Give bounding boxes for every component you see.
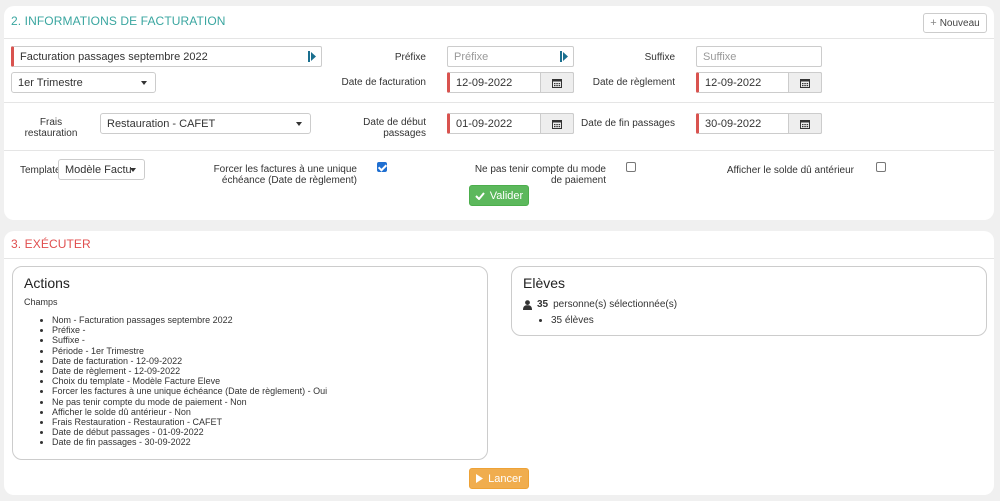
sidebar-toggle-icon (308, 51, 316, 62)
list-item: Suffixe - (52, 335, 327, 345)
calendar-icon (552, 119, 562, 129)
ignore-payment-mode-checkbox[interactable] (626, 162, 636, 172)
list-item: Date de facturation - 12-09-2022 (52, 356, 327, 366)
launch-button[interactable]: Lancer (469, 468, 529, 489)
divider (4, 102, 994, 103)
students-list: 35 élèves (551, 315, 594, 326)
check-icon (475, 191, 485, 200)
suffix-label: Suffixe (644, 52, 675, 63)
period-value: 1er Trimestre (18, 76, 83, 89)
actions-title: Actions (24, 275, 70, 291)
validate-label: Valider (489, 189, 524, 202)
selected-count-line: 35 personne(s) sélectionnée(s) (523, 299, 677, 310)
template-value: Modèle Factu (65, 163, 132, 176)
champs-label: Champs (24, 297, 58, 307)
selected-count: 35 (537, 299, 549, 310)
students-title: Elèves (523, 275, 566, 291)
suffix-placeholder: Suffixe (703, 50, 737, 63)
start-date-input[interactable]: 01-09-2022 (447, 113, 574, 134)
payment-date-label: Date de règlement (592, 77, 675, 88)
calendar-button[interactable] (788, 72, 822, 93)
force-single-due-checkbox[interactable] (377, 162, 387, 172)
name-value: Facturation passages septembre 2022 (20, 50, 208, 63)
end-date-input[interactable]: 30-09-2022 (696, 113, 822, 134)
execute-panel: 3. EXÉCUTER Actions Champs Nom - Factura… (4, 231, 994, 495)
fees-select[interactable]: Restauration - CAFET (100, 113, 311, 134)
list-item: Ne pas tenir compte du mode de paiement … (52, 397, 327, 407)
list-item: Nom - Facturation passages septembre 202… (52, 315, 327, 325)
launch-label: Lancer (488, 472, 522, 485)
calendar-icon (552, 78, 562, 88)
billing-section-title: 2. INFORMATIONS DE FACTURATION (11, 14, 226, 28)
calendar-icon (800, 78, 810, 88)
list-item: Période - 1er Trimestre (52, 346, 327, 356)
billing-date-value: 12-09-2022 (456, 76, 513, 89)
list-item: Choix du template - Modèle Facture Eleve (52, 376, 327, 386)
divider (4, 38, 994, 39)
list-item: Date de fin passages - 30-09-2022 (52, 437, 327, 447)
sidebar-toggle-icon (560, 51, 568, 62)
name-input[interactable]: Facturation passages septembre 2022 (11, 46, 322, 67)
students-box: Elèves 35 personne(s) sélectionnée(s) 35… (511, 266, 987, 336)
list-item: 35 élèves (551, 315, 594, 326)
list-item: Date de règlement - 12-09-2022 (52, 366, 327, 376)
actions-list: Nom - Facturation passages septembre 202… (52, 315, 327, 448)
caret-down-icon (296, 122, 302, 126)
prefix-label: Préfixe (394, 52, 426, 63)
divider (4, 258, 994, 259)
user-icon (523, 299, 532, 310)
billing-date-input[interactable]: 12-09-2022 (447, 72, 574, 93)
list-item: Afficher le solde dû antérieur - Non (52, 407, 327, 417)
calendar-button[interactable] (540, 72, 574, 93)
new-button-label: Nouveau (939, 17, 980, 29)
end-date-label: Date de fin passages (581, 118, 675, 129)
force-single-due-label: Forcer les factures à une unique échéanc… (213, 164, 357, 186)
actions-box: Actions Champs Nom - Facturation passage… (12, 266, 488, 460)
selected-text: personne(s) sélectionnée(s) (553, 299, 678, 310)
calendar-button[interactable] (788, 113, 822, 134)
prefix-placeholder: Préfixe (454, 50, 489, 63)
template-label: Template (20, 165, 61, 176)
payment-date-input[interactable]: 12-09-2022 (696, 72, 822, 93)
prefix-input[interactable]: Préfixe (447, 46, 574, 67)
execute-section-title: 3. EXÉCUTER (11, 237, 91, 251)
start-date-value: 01-09-2022 (456, 117, 513, 130)
end-date-value: 30-09-2022 (705, 117, 762, 130)
plus-icon: + (930, 17, 937, 29)
play-icon (476, 474, 484, 483)
new-button[interactable]: + Nouveau (923, 13, 987, 33)
period-select[interactable]: 1er Trimestre (11, 72, 156, 93)
ignore-payment-mode-label: Ne pas tenir compte du mode de paiement (474, 164, 606, 186)
list-item: Forcer les factures à une unique échéanc… (52, 386, 327, 396)
billing-date-label: Date de facturation (341, 77, 427, 88)
list-item: Préfixe - (52, 325, 327, 335)
template-select[interactable]: Modèle Factu (58, 159, 145, 180)
caret-down-icon (141, 81, 147, 85)
start-date-label: Date de début passages (363, 117, 426, 139)
show-balance-checkbox[interactable] (876, 162, 886, 172)
payment-date-value: 12-09-2022 (705, 76, 762, 89)
suffix-input[interactable]: Suffixe (696, 46, 822, 67)
list-item: Date de début passages - 01-09-2022 (52, 427, 327, 437)
caret-down-icon (130, 168, 136, 172)
list-item: Frais Restauration - Restauration - CAFE… (52, 417, 327, 427)
show-balance-label: Afficher le solde dû antérieur (726, 165, 854, 176)
billing-panel: 2. INFORMATIONS DE FACTURATION + Nouveau… (4, 6, 994, 220)
fees-label: Frais restauration (24, 117, 78, 139)
divider (4, 150, 994, 151)
calendar-icon (800, 119, 810, 129)
validate-button[interactable]: Valider (469, 185, 529, 206)
fees-value: Restauration - CAFET (107, 117, 216, 130)
